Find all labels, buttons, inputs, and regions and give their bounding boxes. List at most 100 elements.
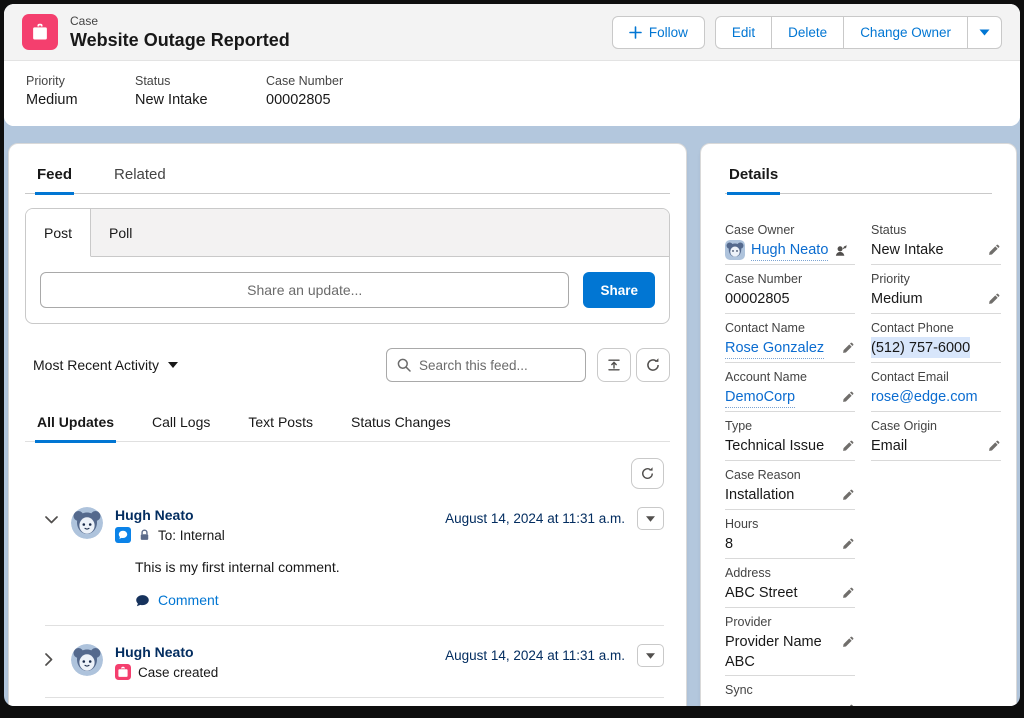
edit-priority-button[interactable] — [987, 292, 1001, 306]
field-type: Type Technical Issue — [725, 418, 855, 461]
feed-item: Hugh Neato Case created August 14, 2024 … — [25, 626, 670, 698]
filter-status-changes[interactable]: Status Changes — [349, 412, 453, 443]
field-address: Address ABC Street — [725, 565, 855, 608]
feed-item-body: This is my first internal comment. — [135, 559, 664, 575]
event-label: Case created — [138, 665, 218, 680]
pencil-icon — [841, 390, 855, 404]
feed-item-menu-button[interactable] — [637, 644, 664, 667]
edit-address-button[interactable] — [841, 586, 855, 600]
chevron-down-icon — [45, 516, 58, 524]
pencil-icon — [841, 586, 855, 600]
more-actions-button[interactable] — [967, 16, 1002, 49]
author-link[interactable]: Hugh Neato — [115, 507, 225, 524]
user-avatar-image — [71, 644, 103, 676]
share-update-input[interactable] — [40, 272, 569, 308]
field-hours: Hours 8 — [725, 516, 855, 559]
composer-tab-filler — [150, 209, 669, 257]
edit-sync-button[interactable] — [841, 703, 855, 706]
feed-item-context: To: Internal — [115, 527, 225, 543]
publisher-composer: Post Poll Share — [25, 208, 670, 324]
composer-tabs: Post Poll — [26, 209, 669, 257]
feed-item-header: Hugh Neato Case created August 14, 2024 … — [45, 644, 664, 680]
filter-call-logs[interactable]: Call Logs — [150, 412, 212, 443]
feed-search-input[interactable] — [419, 358, 575, 373]
record-header: Case Website Outage Reported Follow Edit… — [4, 4, 1020, 61]
case-owner-link[interactable]: Hugh Neato — [751, 239, 828, 261]
field-priority: Priority Medium — [871, 271, 1001, 314]
chevron-right-icon — [45, 653, 53, 666]
pencil-icon — [841, 703, 855, 706]
tab-details[interactable]: Details — [727, 162, 780, 195]
provider-value: Provider Name ABC — [725, 631, 837, 672]
tab-related[interactable]: Related — [112, 162, 168, 195]
refresh-feed-button[interactable] — [636, 348, 670, 382]
highlight-case-number: Case Number 00002805 — [266, 73, 343, 110]
pencil-icon — [841, 488, 855, 502]
composer-body: Share — [26, 257, 669, 323]
type-value: Technical Issue — [725, 435, 824, 456]
author-link[interactable]: Hugh Neato — [115, 644, 218, 661]
tab-feed[interactable]: Feed — [35, 162, 74, 195]
contact-phone-value: (512) 757-6000 — [871, 337, 970, 358]
edit-type-button[interactable] — [841, 439, 855, 453]
content-area: Feed Related Post Poll Share Most Recent… — [8, 143, 1017, 706]
case-entity-icon — [22, 14, 58, 50]
follow-button[interactable]: Follow — [612, 16, 705, 49]
edit-hours-button[interactable] — [841, 537, 855, 551]
edit-account-name-button[interactable] — [841, 390, 855, 404]
feed-toolbar: Most Recent Activity — [25, 348, 670, 382]
pencil-icon — [987, 243, 1001, 257]
pencil-icon — [841, 341, 855, 355]
collapse-item-toggle[interactable] — [45, 516, 61, 524]
expand-item-toggle[interactable] — [45, 653, 61, 666]
timestamp: August 14, 2024 at 11:31 a.m. — [445, 511, 625, 526]
feed-item-who: Hugh Neato To: Internal — [115, 507, 225, 543]
page-title: Website Outage Reported — [70, 29, 290, 51]
edit-status-button[interactable] — [987, 243, 1001, 257]
change-owner-icon[interactable] — [834, 243, 849, 258]
title-block: Case Website Outage Reported — [70, 14, 290, 51]
filter-text-posts[interactable]: Text Posts — [246, 412, 315, 443]
feed-sort-dropdown[interactable]: Most Recent Activity — [33, 357, 178, 373]
details-fields: Case Owner — [725, 222, 992, 706]
field-contact-name: Contact Name Rose Gonzalez — [725, 320, 855, 363]
collapse-all-button[interactable] — [597, 348, 631, 382]
highlights-bar: Priority Medium Status New Intake Case N… — [4, 61, 1020, 126]
account-name-link[interactable]: DemoCorp — [725, 386, 795, 408]
comment-button[interactable]: Comment — [135, 592, 219, 608]
feed-item-meta: August 14, 2024 at 11:31 a.m. — [445, 507, 664, 530]
edit-provider-button[interactable] — [841, 635, 855, 649]
tab-poll[interactable]: Poll — [91, 209, 150, 257]
filter-all-updates[interactable]: All Updates — [35, 412, 116, 443]
plus-icon — [629, 26, 642, 39]
share-button[interactable]: Share — [583, 272, 655, 308]
delete-button[interactable]: Delete — [771, 16, 844, 49]
highlight-priority: Priority Medium — [26, 73, 135, 110]
pencil-icon — [841, 537, 855, 551]
edit-button[interactable]: Edit — [715, 16, 772, 49]
avatar[interactable] — [71, 644, 103, 676]
hours-value: 8 — [725, 533, 733, 554]
edit-case-reason-button[interactable] — [841, 488, 855, 502]
refresh-icon — [645, 357, 661, 373]
highlight-value: 00002805 — [266, 90, 343, 110]
contact-name-link[interactable]: Rose Gonzalez — [725, 337, 824, 359]
record-action-group: Edit Delete Change Owner — [715, 16, 1002, 49]
post-type-icon — [115, 527, 131, 543]
highlight-value: Medium — [26, 90, 135, 110]
timestamp: August 14, 2024 at 11:31 a.m. — [445, 648, 625, 663]
change-owner-button[interactable]: Change Owner — [843, 16, 968, 49]
contact-email-link[interactable]: rose@edge.com — [871, 386, 978, 407]
avatar[interactable] — [71, 507, 103, 539]
highlight-status: Status New Intake — [135, 73, 266, 110]
search-icon — [397, 358, 411, 372]
tab-post[interactable]: Post — [26, 209, 91, 257]
avatar[interactable] — [725, 240, 745, 260]
refresh-list-button[interactable] — [631, 458, 664, 489]
highlight-label: Status — [135, 73, 266, 90]
feed-item-menu-button[interactable] — [637, 507, 664, 530]
edit-case-origin-button[interactable] — [987, 439, 1001, 453]
address-value: ABC Street — [725, 582, 798, 603]
record-tabs: Feed Related — [25, 162, 670, 194]
edit-contact-name-button[interactable] — [841, 341, 855, 355]
